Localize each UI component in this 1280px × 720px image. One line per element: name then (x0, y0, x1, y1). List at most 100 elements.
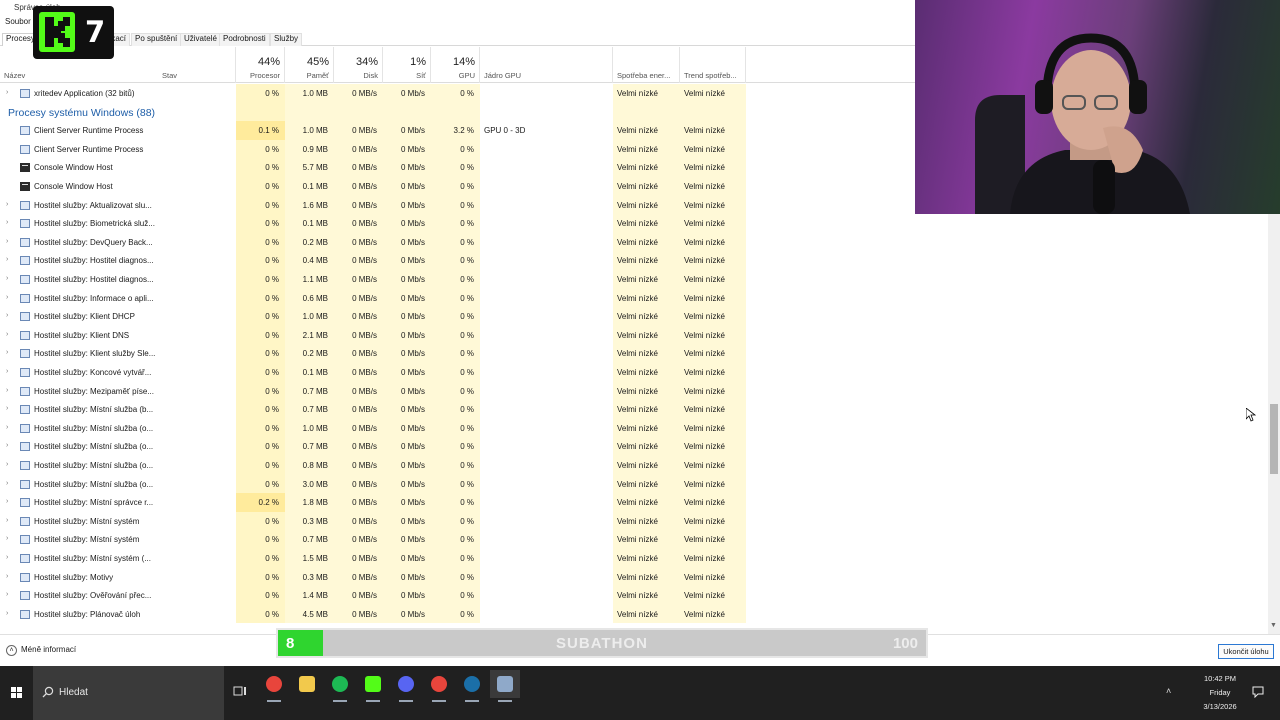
process-row[interactable]: Client Server Runtime Process 0.1 % 1.0 MB… (0, 121, 915, 140)
col-gpu[interactable]: 14% GPU (431, 47, 480, 83)
expand-chevron-icon[interactable]: › (6, 442, 8, 449)
taskbar-app-chrome-2[interactable] (424, 670, 454, 702)
expand-chevron-icon[interactable]: › (6, 424, 8, 431)
cell-gpu: 0 % (431, 493, 480, 512)
scroll-down-icon[interactable]: ▼ (1270, 622, 1277, 629)
process-row[interactable]: › Hostitel služby: Biometrická služ... 0 %… (0, 214, 915, 233)
expand-chevron-icon[interactable]: › (6, 312, 8, 319)
process-row[interactable]: Client Server Runtime Process 0 % 0.9 MB 0 … (0, 139, 915, 159)
tab-users[interactable]: Uživatelé (180, 33, 221, 46)
expand-chevron-icon[interactable]: › (6, 275, 8, 282)
expand-chevron-icon[interactable]: › (6, 387, 8, 394)
menu-item-file[interactable]: Soubor (5, 17, 31, 26)
taskbar-app-chrome[interactable] (259, 670, 289, 702)
expand-chevron-icon[interactable]: › (6, 610, 8, 617)
expand-chevron-icon[interactable]: › (6, 554, 8, 561)
expand-chevron-icon[interactable]: › (6, 480, 8, 487)
tray-chevron-icon[interactable]: ˄ (1166, 686, 1171, 696)
process-row[interactable]: › Hostitel služby: Místní systém 0 % 0.3 MB… (0, 511, 915, 531)
taskbar: Hledat ˄ 10:42 PM Friday 3/13/2026 (0, 666, 1280, 720)
process-icon (20, 349, 30, 359)
process-row[interactable]: › Hostitel služby: Místní systém 0 % 0.7 MB… (0, 530, 915, 549)
expand-chevron-icon[interactable]: › (6, 405, 8, 412)
expand-chevron-icon[interactable]: › (6, 573, 8, 580)
expand-chevron-icon[interactable]: › (6, 349, 8, 356)
taskbar-app-steam[interactable] (457, 670, 487, 702)
process-row[interactable]: › Hostitel služby: Místní služba (o... 0 %… (0, 437, 915, 456)
process-row[interactable]: › Hostitel služby: Mezipaměť píse... 0 % 0.… (0, 381, 915, 401)
cell-power: Velmi nízké (613, 270, 680, 289)
cell-cpu: 0 % (236, 363, 285, 382)
expand-chevron-icon[interactable]: › (6, 498, 8, 505)
process-row[interactable]: › Hostitel služby: Plánovač úloh 0 % 4.5 MB… (0, 604, 915, 624)
taskbar-clock[interactable]: 10:42 PM Friday 3/13/2026 (1196, 672, 1244, 714)
expand-chevron-icon[interactable]: › (6, 256, 8, 263)
process-icon (20, 386, 30, 396)
task-view-icon[interactable] (232, 684, 248, 700)
tab-startup[interactable]: Po spuštění (131, 33, 182, 46)
process-row[interactable]: › Hostitel služby: Klient DNS 0 % 2.1 MB 0 M… (0, 325, 915, 345)
taskbar-app-spotify[interactable] (325, 670, 355, 702)
cell-disk: 0 MB/s (334, 437, 383, 456)
expand-chevron-icon[interactable]: › (6, 368, 8, 375)
cell-power: Velmi nízké (613, 604, 680, 624)
vertical-scrollbar[interactable]: ▼ (1268, 214, 1280, 634)
col-cpu[interactable]: 44% Procesor (236, 47, 285, 83)
process-row[interactable]: › Hostitel služby: Místní správce r... 0.2… (0, 493, 915, 512)
process-row[interactable]: Console Window Host 0 % 5.7 MB 0 MB/s 0 Mb/s… (0, 158, 915, 177)
cell-memory: 5.7 MB (285, 158, 334, 177)
taskbar-search[interactable]: Hledat (33, 666, 224, 720)
expand-chevron-icon[interactable]: › (6, 238, 8, 245)
expand-chevron-icon[interactable]: › (6, 219, 8, 226)
process-row[interactable]: › Hostitel služby: Klient DHCP 0 % 1.0 MB 0 … (0, 307, 915, 326)
process-row[interactable]: › Hostitel služby: Klient služby Sle... 0 … (0, 344, 915, 363)
col-gpu-engine[interactable]: Jádro GPU (480, 47, 613, 83)
expand-chevron-icon[interactable]: › (6, 591, 8, 598)
process-row[interactable]: › Hostitel služby: Ověřování přec... 0 % 1.… (0, 586, 915, 605)
col-memory[interactable]: 45% Paměť (285, 47, 334, 83)
col-power[interactable]: Spotřeba ener... (613, 47, 680, 83)
notification-icon[interactable] (1252, 686, 1264, 698)
less-info-button[interactable]: ˄ Méně informací (6, 645, 76, 656)
process-row[interactable]: › Hostitel služby: Místní systém (... 0 % 1… (0, 549, 915, 568)
cell-gpu-engine (480, 214, 613, 233)
process-row[interactable]: › Hostitel služby: Koncové vytvář... 0 % 0.… (0, 363, 915, 382)
group-header[interactable]: Procesy systému Windows (88) (0, 102, 915, 122)
process-row[interactable]: › Hostitel služby: Místní služba (o... 0 %… (0, 418, 915, 438)
cell-power: Velmi nízké (613, 493, 680, 512)
process-row[interactable]: › Hostitel služby: Informace o apli... 0 %… (0, 288, 915, 308)
col-disk[interactable]: 34% Disk (334, 47, 383, 83)
process-row[interactable]: › Hostitel služby: Místní služba (o... 0 %… (0, 456, 915, 475)
process-row[interactable]: › Hostitel služby: Hostitel diagnos... 0 %… (0, 270, 915, 289)
process-row[interactable]: › Hostitel služby: Místní služba (o... 0 %… (0, 474, 915, 494)
end-task-button[interactable]: Ukončit úlohu (1218, 644, 1274, 659)
col-status[interactable]: Stav (158, 47, 236, 83)
expand-chevron-icon[interactable]: › (6, 294, 8, 301)
expand-chevron-icon[interactable]: › (6, 461, 8, 468)
process-row[interactable]: Console Window Host 0 % 0.1 MB 0 MB/s 0 Mb/s… (0, 177, 915, 196)
scrollbar-thumb[interactable] (1270, 404, 1278, 474)
expand-chevron-icon[interactable]: › (6, 331, 8, 338)
expand-chevron-icon[interactable]: › (6, 535, 8, 542)
taskbar-app-discord[interactable] (391, 670, 421, 702)
expand-chevron-icon[interactable]: › (6, 517, 8, 524)
expand-chevron-icon[interactable]: › (6, 201, 8, 208)
taskbar-app-task-manager[interactable] (490, 670, 520, 702)
process-row[interactable]: › Hostitel služby: DevQuery Back... 0 % 0.2… (0, 232, 915, 252)
process-row[interactable]: › xritedev Application (32 bitů) 0 % 1.0 MB… (0, 84, 915, 103)
tab-services[interactable]: Služby (270, 33, 303, 46)
taskbar-app-kick-app[interactable] (358, 670, 388, 702)
expand-chevron-icon[interactable]: › (6, 89, 8, 96)
start-button[interactable] (0, 666, 33, 720)
col-network[interactable]: 1% Síť (383, 47, 431, 83)
col-power-trend[interactable]: Trend spotřeb... (680, 47, 746, 83)
process-row[interactable]: › Hostitel služby: Aktualizovat slu... 0 %… (0, 195, 915, 215)
tab-details[interactable]: Podrobnosti (219, 33, 270, 46)
process-icon (20, 200, 30, 210)
taskbar-app-file-explorer[interactable] (292, 670, 322, 698)
cell-cpu: 0 % (236, 567, 285, 587)
process-row[interactable]: › Hostitel služby: Motivy 0 % 0.3 MB 0 MB/s 0… (0, 567, 915, 587)
process-row[interactable]: › Hostitel služby: Místní služba (b... 0 %… (0, 400, 915, 419)
process-row[interactable]: › Hostitel služby: Hostitel diagnos... 0 %… (0, 251, 915, 270)
process-icon (20, 312, 30, 322)
